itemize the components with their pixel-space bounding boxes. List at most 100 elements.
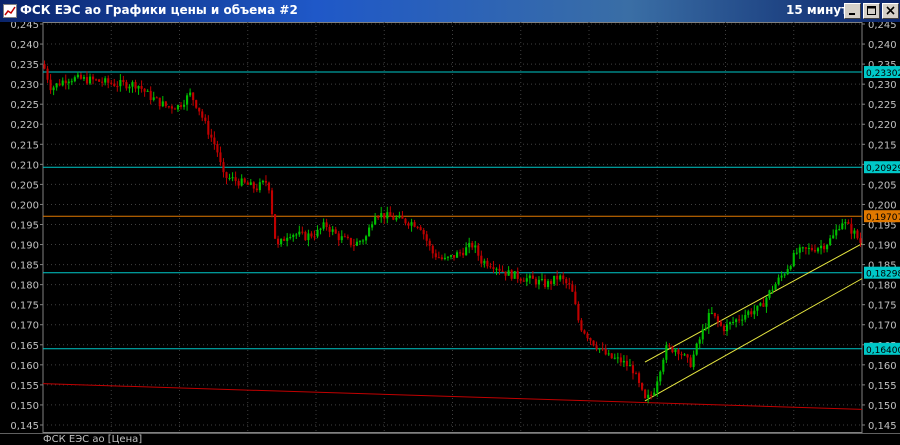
candle-body <box>422 229 425 235</box>
candle-body <box>192 92 195 101</box>
candle-body <box>267 182 271 191</box>
close-icon <box>886 6 895 15</box>
candle-body <box>292 234 295 238</box>
chart-window: ФСК ЕЭС ао Графики цены и объема #2 15 м… <box>0 0 900 445</box>
candle-body <box>428 240 431 246</box>
candle-body <box>88 76 92 84</box>
candle-body <box>434 253 437 258</box>
level-tag-label: 0,23302 <box>866 69 900 79</box>
candle-body <box>498 268 501 271</box>
candle-body <box>519 278 522 281</box>
candle-body <box>483 260 486 264</box>
close-button[interactable] <box>882 3 899 19</box>
candle-body <box>522 280 525 282</box>
candle-body <box>52 87 55 91</box>
candle-body <box>258 182 261 191</box>
candle-body <box>128 86 131 89</box>
y-tick-label-right: 0,145 <box>868 421 897 432</box>
candle-body <box>798 247 801 253</box>
candle-body <box>255 188 258 191</box>
candle-body <box>122 80 125 82</box>
candle-body <box>371 224 374 228</box>
candle-body <box>149 90 152 100</box>
y-tick-label-right: 0,215 <box>868 140 897 151</box>
candle-body <box>728 322 732 325</box>
candle-body <box>140 86 143 89</box>
candle-body <box>392 216 395 220</box>
candle-body <box>213 137 216 145</box>
candle-body <box>625 360 628 366</box>
candle-body <box>113 83 116 87</box>
candle-body <box>853 230 856 234</box>
candle-body <box>680 354 683 356</box>
candle-body <box>401 215 404 219</box>
candle-body <box>243 178 246 183</box>
candle-body <box>601 348 604 350</box>
candle-body <box>189 92 192 96</box>
candle-body <box>826 244 829 250</box>
candle-body <box>732 321 735 323</box>
y-tick-label-left: 0,245 <box>10 22 39 31</box>
candle-body <box>692 354 695 368</box>
price-chart[interactable]: 0,245 0,2450,240 0,2400,235 0,2350,230 0,230… <box>0 22 900 433</box>
candle-body <box>571 284 574 292</box>
candle-body <box>319 228 322 230</box>
candle-body <box>810 247 814 251</box>
candle-body <box>580 320 583 331</box>
candle-body <box>310 233 313 237</box>
candle-body <box>452 255 456 258</box>
candle-body <box>789 266 792 270</box>
candle-body <box>173 108 177 110</box>
candle-body <box>443 257 446 260</box>
y-tick-label-right: 0,150 <box>868 401 897 412</box>
trend-line <box>42 383 863 410</box>
y-tick-label-left: 0,240 <box>10 40 39 51</box>
candle-body <box>316 229 319 237</box>
candle-body <box>513 271 516 279</box>
candle-body <box>707 312 710 328</box>
candle-body <box>777 277 780 285</box>
candle-body <box>847 222 850 224</box>
candle-body <box>228 177 231 179</box>
candle-body <box>792 252 795 267</box>
candle-body <box>425 234 428 241</box>
candle-body <box>437 257 440 259</box>
candle-body <box>504 271 507 276</box>
candle-body <box>744 314 747 320</box>
candle-body <box>774 284 777 290</box>
y-tick-label-right: 0,190 <box>868 241 897 252</box>
candle-body <box>738 319 741 321</box>
y-tick-label-right: 0,225 <box>868 100 897 111</box>
timeframe-label[interactable]: 15 минут <box>786 3 848 17</box>
candle-body <box>273 214 277 239</box>
candle-body <box>222 162 225 173</box>
candle-body <box>735 319 738 322</box>
title-bar[interactable]: ФСК ЕЭС ао Графики цены и объема #2 15 м… <box>0 0 900 22</box>
candle-body <box>386 212 389 219</box>
candle-body <box>677 349 680 355</box>
candle-body <box>204 117 207 121</box>
minimize-button[interactable] <box>844 3 861 19</box>
candle-body <box>525 278 528 282</box>
candle-body <box>73 77 76 82</box>
candle-body <box>82 77 86 79</box>
candle-body <box>589 338 592 341</box>
candle-body <box>765 297 768 307</box>
bottom-panel-label: ФСК ЕЭС ао [Цена] <box>43 434 143 445</box>
y-tick-label-right: 0,170 <box>868 321 897 332</box>
y-tick-label-right: 0,200 <box>868 200 897 211</box>
candle-body <box>343 236 346 238</box>
maximize-icon <box>867 6 876 15</box>
candle-body <box>252 182 255 189</box>
maximize-button[interactable] <box>863 3 880 19</box>
candle-body <box>137 86 140 89</box>
candle-body <box>358 241 362 243</box>
candle-body <box>722 325 726 332</box>
y-tick-label-right: 0,175 <box>868 301 897 312</box>
candle-body <box>55 83 58 88</box>
candle-body <box>161 101 164 107</box>
y-tick-label-left: 0,195 <box>10 220 39 231</box>
candle-body <box>67 81 70 84</box>
candle-body <box>98 79 101 82</box>
candle-body <box>95 79 98 81</box>
